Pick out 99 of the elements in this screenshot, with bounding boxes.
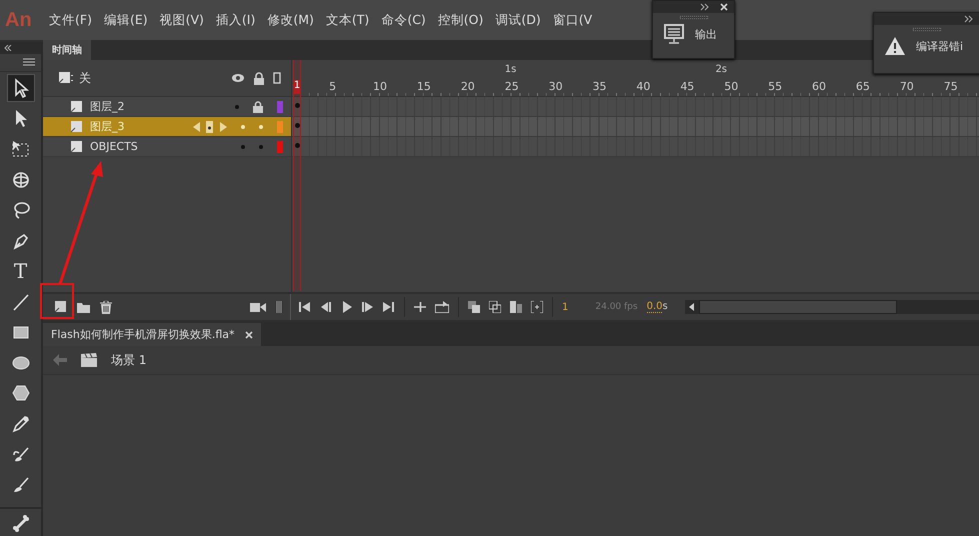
lock-dot-icon[interactable] <box>259 144 263 148</box>
collapse-icon[interactable] <box>964 15 974 23</box>
hexagon-icon[interactable] <box>10 383 30 404</box>
layer-icon <box>71 140 83 152</box>
collapse-icon[interactable] <box>4 44 12 51</box>
frame-number: 45 <box>680 80 694 93</box>
menu-item[interactable]: 修改(M) <box>267 12 314 28</box>
frame-number: 40 <box>636 80 650 93</box>
frame-number: 5 <box>329 80 336 93</box>
menu-item[interactable]: 编辑(E) <box>104 12 148 28</box>
seconds-label: 2s <box>715 64 728 75</box>
frame-number: 10 <box>373 80 388 93</box>
pencil-icon[interactable] <box>10 414 30 434</box>
elapsed-time[interactable]: 0.0 <box>646 301 662 313</box>
menu-item[interactable]: 文件(F) <box>49 12 92 28</box>
layer-row[interactable]: 图层_2 <box>43 97 291 117</box>
layer-name[interactable]: 图层_2 <box>90 99 228 114</box>
menu-item[interactable]: 调试(D) <box>495 12 541 28</box>
outline-icon[interactable] <box>273 72 281 84</box>
frame-number: 75 <box>944 80 958 93</box>
frame-number: 50 <box>724 80 738 93</box>
playhead[interactable]: 1 <box>293 60 301 291</box>
menu-icon[interactable] <box>23 58 35 66</box>
layer-icon <box>71 120 83 132</box>
frame-number: 35 <box>592 80 607 93</box>
eye-icon[interactable] <box>231 73 245 83</box>
play-icon[interactable] <box>341 301 353 313</box>
last-frame-icon[interactable] <box>383 301 395 313</box>
bone-icon[interactable] <box>10 512 30 533</box>
trash-icon[interactable] <box>100 300 112 314</box>
frame-number: 60 <box>812 80 826 93</box>
center-frame-icon[interactable] <box>414 301 426 313</box>
layer-color-swatch[interactable] <box>277 120 283 132</box>
visibility-dot-icon[interactable] <box>241 124 245 128</box>
onion-skin-icon[interactable] <box>468 301 480 313</box>
monitor-icon[interactable] <box>663 23 685 45</box>
folder-icon[interactable] <box>77 302 90 312</box>
layer-row[interactable]: OBJECTS <box>43 137 291 157</box>
frame-number: 65 <box>856 80 870 93</box>
visibility-dot-icon[interactable] <box>241 144 245 148</box>
tool-button[interactable] <box>6 74 34 102</box>
keyframe-dot[interactable] <box>295 103 300 108</box>
globe-icon[interactable] <box>10 170 30 190</box>
menu-item[interactable]: 控制(O) <box>438 12 484 28</box>
visibility-dot-icon[interactable] <box>235 104 239 108</box>
step-back-icon[interactable] <box>320 301 332 313</box>
menu-item[interactable]: 文本(T) <box>326 12 370 28</box>
frame-number: 1 <box>294 80 300 94</box>
warning-icon[interactable] <box>884 35 906 57</box>
menu-item[interactable]: 窗口(V <box>552 12 592 28</box>
time-unit: s <box>662 301 668 313</box>
highlight-rectangle <box>40 283 74 319</box>
grip-icon <box>913 28 941 31</box>
menu-item[interactable]: 插入(I) <box>216 12 256 28</box>
close-icon[interactable] <box>244 330 252 338</box>
layer-icon <box>71 100 83 112</box>
keyframe-dot[interactable] <box>295 123 300 128</box>
text-tool[interactable]: T <box>14 259 28 284</box>
lock-dot-icon[interactable] <box>259 124 263 128</box>
menu-item[interactable]: 视图(V) <box>160 12 204 28</box>
edit-frames-icon[interactable] <box>510 301 522 313</box>
grip-icon <box>276 301 282 313</box>
collapse-icon[interactable] <box>700 3 710 11</box>
keyframe-dot[interactable] <box>295 143 300 148</box>
free-transform-icon[interactable] <box>10 138 30 159</box>
frame-number: 30 <box>548 80 563 93</box>
tool-button[interactable]: T <box>6 256 34 286</box>
clapperboard-icon[interactable] <box>81 353 97 367</box>
panel-label[interactable]: 编译器错i <box>916 38 964 54</box>
seconds-label: 1s <box>504 64 516 75</box>
frame-number: 15 <box>416 80 431 93</box>
marker-range-icon[interactable] <box>531 301 543 313</box>
document-tab[interactable]: Flash如何制作手机滑屏切换效果.fla* <box>43 323 260 346</box>
panel-label[interactable]: 输出 <box>695 26 717 42</box>
frame-number: 55 <box>768 80 782 93</box>
current-frame[interactable]: 1 <box>562 302 568 312</box>
layer-header-label: 关 <box>79 70 92 86</box>
line-icon[interactable] <box>10 292 30 312</box>
app-logo: An <box>4 8 33 32</box>
scene-name[interactable]: 场景 1 <box>111 352 146 368</box>
frame-number: 70 <box>900 80 914 93</box>
frame-number: 25 <box>504 80 519 93</box>
loop-icon[interactable] <box>435 301 449 313</box>
layer-name[interactable]: OBJECTS <box>90 140 234 153</box>
layer-color-swatch[interactable] <box>277 140 283 152</box>
frame-number: 20 <box>460 80 475 93</box>
step-forward-icon[interactable] <box>362 301 374 313</box>
layer-color-swatch[interactable] <box>277 100 283 112</box>
layer-icon <box>59 72 73 84</box>
lock-icon[interactable] <box>253 72 265 84</box>
camera-icon[interactable] <box>250 302 266 312</box>
new-layer-icon[interactable] <box>55 301 67 313</box>
timeline-tab[interactable]: 时间轴 <box>43 40 91 60</box>
onion-outline-icon[interactable] <box>489 301 501 313</box>
close-icon[interactable] <box>720 3 728 11</box>
menu-item[interactable]: 命令(C) <box>381 12 426 28</box>
first-frame-icon[interactable] <box>299 301 311 313</box>
grip-icon <box>680 16 708 19</box>
lock-icon[interactable] <box>253 100 263 112</box>
